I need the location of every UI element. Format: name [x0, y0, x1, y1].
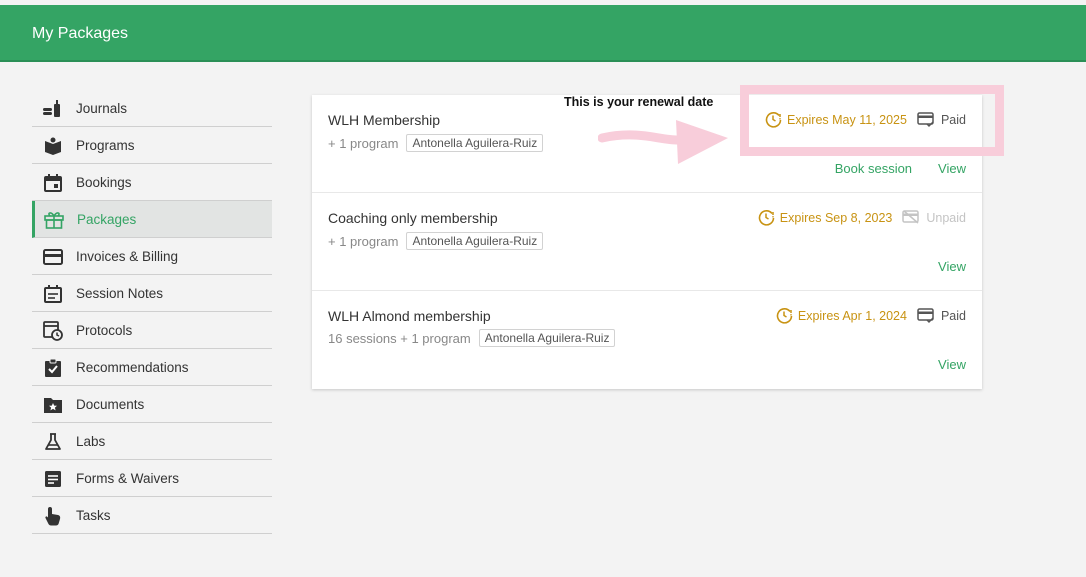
sidebar-item-label: Protocols: [76, 322, 133, 338]
package-count: 16 sessions + 1 program: [328, 330, 471, 346]
package-actions: View: [912, 357, 966, 372]
view-link[interactable]: View: [938, 357, 966, 372]
practitioner-tag: Antonella Aguilera-Ruiz: [478, 329, 616, 347]
gift-icon: [44, 210, 64, 230]
package-count: + 1 program: [328, 233, 399, 249]
sidebar-item-forms-waivers[interactable]: Forms & Waivers: [32, 460, 272, 497]
notes-icon: [43, 284, 63, 304]
practitioner-tag: Antonella Aguilera-Ruiz: [406, 134, 544, 152]
package-meta: 16 sessions + 1 program Antonella Aguile…: [328, 329, 616, 347]
calendar-icon: [43, 173, 63, 193]
payment-status: Unpaid: [902, 210, 966, 225]
sidebar-item-label: Programs: [76, 137, 135, 153]
sidebar-item-journals[interactable]: Journals: [32, 90, 272, 127]
payment-text: Paid: [940, 308, 966, 323]
package-item: Coaching only membership + 1 program Ant…: [312, 192, 982, 290]
package-meta: + 1 program Antonella Aguilera-Ruiz: [328, 134, 544, 152]
sidebar-item-label: Tasks: [76, 507, 111, 523]
view-link[interactable]: View: [938, 161, 966, 176]
protocol-clock-icon: [43, 321, 63, 341]
sidebar-item-protocols[interactable]: Protocols: [32, 312, 272, 349]
package-meta: + 1 program Antonella Aguilera-Ruiz: [328, 232, 544, 250]
package-count: + 1 program: [328, 135, 399, 151]
sidebar-item-label: Documents: [76, 396, 145, 412]
package-title: Coaching only membership: [328, 210, 498, 226]
sidebar-item-session-notes[interactable]: Session Notes: [32, 275, 272, 312]
sidebar-item-label: Recommendations: [76, 359, 189, 375]
sidebar-item-label: Packages: [77, 211, 137, 227]
annotation-label: This is your renewal date: [564, 95, 714, 109]
sidebar-item-programs[interactable]: Programs: [32, 127, 272, 164]
sidebar-item-label: Bookings: [76, 174, 132, 190]
book-session-link[interactable]: Book session: [835, 161, 912, 176]
sidebar-item-recommendations[interactable]: Recommendations: [32, 349, 272, 386]
credit-card-icon: [43, 247, 63, 267]
clock-alert-icon: [776, 308, 793, 324]
sidebar-item-label: Invoices & Billing: [76, 248, 179, 264]
sidebar-item-label: Journals: [76, 100, 128, 116]
sidebar-item-bookings[interactable]: Bookings: [32, 164, 272, 201]
sidebar-item-label: Session Notes: [76, 285, 164, 301]
annotation-highlight-box: [740, 85, 1004, 156]
package-actions: Book session View: [809, 161, 966, 176]
annotation-arrow-icon: [598, 120, 728, 164]
sidebar-item-documents[interactable]: Documents: [32, 386, 272, 423]
sidebar-item-invoices-billing[interactable]: Invoices & Billing: [32, 238, 272, 275]
form-icon: [43, 469, 63, 489]
practitioner-tag: Antonella Aguilera-Ruiz: [406, 232, 544, 250]
expiry-date: Expires Sep 8, 2023: [758, 209, 893, 226]
sidebar-nav: Journals Programs Bookings Packages Invo…: [32, 90, 272, 534]
sidebar-item-label: Labs: [76, 433, 106, 449]
folder-star-icon: [43, 395, 63, 415]
clipboard-check-icon: [43, 358, 63, 378]
flask-icon: [43, 432, 63, 452]
package-actions: View: [912, 259, 966, 274]
clock-alert-icon: [758, 210, 775, 226]
package-title: WLH Membership: [328, 112, 441, 128]
card-unpaid-icon: [902, 210, 920, 224]
programs-icon: [43, 136, 63, 156]
payment-status: Paid: [917, 308, 966, 323]
sidebar-item-packages[interactable]: Packages: [32, 201, 272, 238]
expiry-text: Expires Apr 1, 2024: [797, 308, 907, 323]
expiry-text: Expires Sep 8, 2023: [779, 210, 893, 225]
sidebar-item-label: Forms & Waivers: [76, 470, 180, 486]
expiry-date: Expires Apr 1, 2024: [776, 307, 907, 324]
package-item: WLH Almond membership 16 sessions + 1 pr…: [312, 290, 982, 388]
app-header: My Packages: [0, 5, 1086, 62]
page-title: My Packages: [32, 25, 129, 42]
sidebar-item-tasks[interactable]: Tasks: [32, 497, 272, 534]
payment-text: Unpaid: [926, 210, 966, 225]
package-status: Expires Sep 8, 2023 Unpaid: [758, 209, 966, 226]
journal-icon: [43, 99, 63, 119]
card-paid-icon: [917, 308, 934, 323]
package-status: Expires Apr 1, 2024 Paid: [776, 307, 966, 324]
sidebar-item-labs[interactable]: Labs: [32, 423, 272, 460]
hand-pointer-icon: [43, 506, 63, 526]
view-link[interactable]: View: [938, 259, 966, 274]
package-title: WLH Almond membership: [328, 308, 491, 324]
